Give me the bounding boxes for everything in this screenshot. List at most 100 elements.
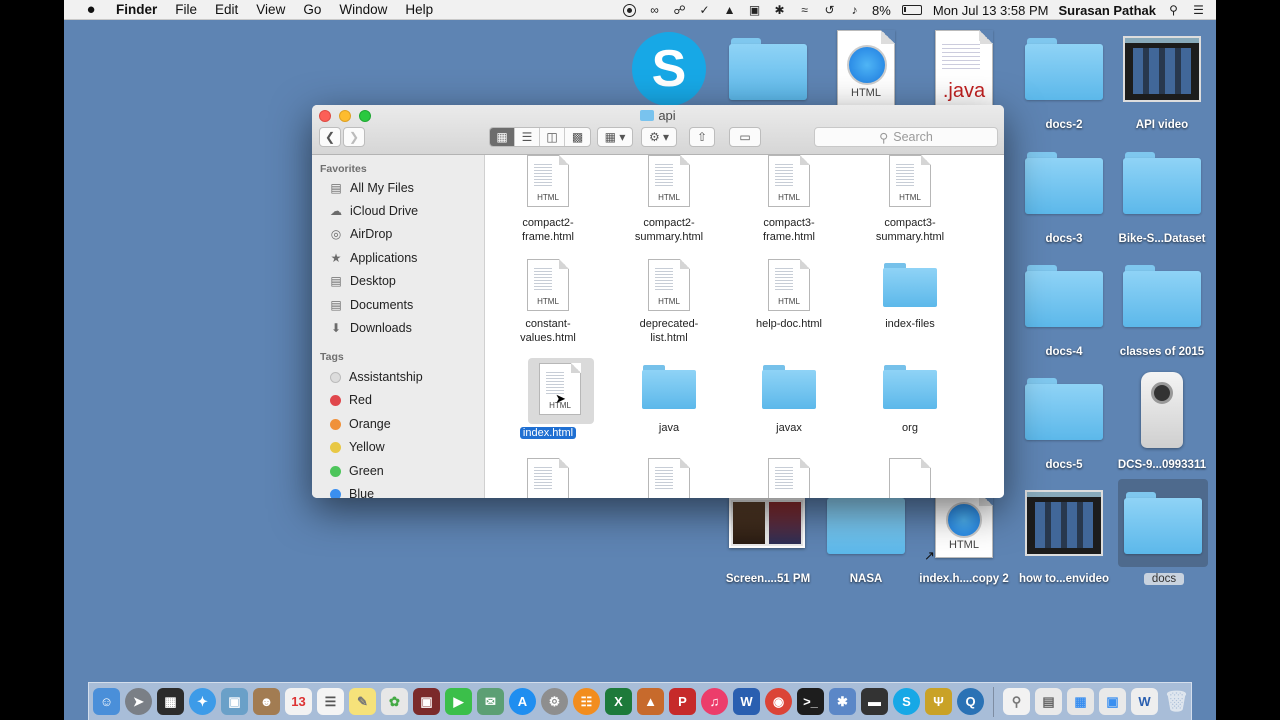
- folder-bike-dataset[interactable]: Bike-S...Dataset: [1114, 152, 1210, 247]
- search-input[interactable]: ⚲ Search: [814, 127, 998, 147]
- java-file-desktop-icon[interactable]: .java: [916, 30, 1012, 110]
- system-preferences-dock-icon[interactable]: ⚙: [541, 688, 568, 715]
- html-document-icon[interactable]: [648, 458, 690, 498]
- share-button[interactable]: ⇧: [689, 127, 715, 147]
- photos-dock-icon[interactable]: ✿: [381, 688, 408, 715]
- word-dock-icon[interactable]: W: [733, 688, 760, 715]
- action-button[interactable]: ⚙ ▾: [641, 127, 677, 147]
- folder-docs-4[interactable]: docs-4: [1016, 265, 1112, 360]
- chrome-dock-icon[interactable]: ◉: [765, 688, 792, 715]
- file-item[interactable]: HTML compact3- frame.html: [729, 155, 849, 255]
- html-document-icon[interactable]: [889, 458, 931, 498]
- mission-control-dock-icon[interactable]: ▦: [157, 688, 184, 715]
- file-item[interactable]: HTML compact2- frame.html: [488, 155, 608, 255]
- sidebar-item-downloads[interactable]: ⬇ Downloads: [328, 317, 412, 339]
- bluetooth-icon[interactable]: ✱: [772, 3, 787, 18]
- record-icon[interactable]: [622, 3, 637, 18]
- folder-docs-5[interactable]: docs-5: [1016, 378, 1112, 473]
- menu-view[interactable]: View: [256, 2, 285, 17]
- sidebar-item-airdrop[interactable]: ◎ AirDrop: [328, 223, 393, 245]
- trash-icon[interactable]: 🗑: [1163, 688, 1190, 715]
- dock-document-icon[interactable]: ⚲: [1003, 688, 1030, 715]
- wifi-icon[interactable]: ≈: [797, 3, 812, 18]
- battery-percent[interactable]: 8%: [872, 3, 891, 18]
- quicktime-dock-icon[interactable]: Q: [957, 688, 984, 715]
- apple-menu-icon[interactable]: ●: [80, 1, 102, 18]
- menu-window[interactable]: Window: [339, 2, 387, 17]
- shield-icon[interactable]: ☍: [672, 3, 687, 18]
- clock[interactable]: Mon Jul 13 3:58 PM: [933, 3, 1049, 18]
- notification-center-icon[interactable]: ☰: [1191, 3, 1206, 18]
- powerpoint-dock-icon[interactable]: P: [669, 688, 696, 715]
- html-file-desktop-icon[interactable]: HTML: [820, 30, 916, 110]
- folder-docs-2[interactable]: docs-2: [1016, 38, 1112, 133]
- itunes-dock-icon[interactable]: ♫: [701, 688, 728, 715]
- arrange-button[interactable]: ▦ ▾: [597, 127, 633, 147]
- file-item[interactable]: HTML compact2- summary.html: [609, 155, 729, 255]
- preview-dock-icon[interactable]: ▣: [221, 688, 248, 715]
- sidebar-tag-blue[interactable]: Blue: [328, 483, 374, 498]
- bluetooth-dock-icon[interactable]: ✱: [829, 688, 856, 715]
- file-item[interactable]: HTML deprecated- list.html: [609, 256, 729, 356]
- time-machine-icon[interactable]: ↺: [822, 3, 837, 18]
- file-item[interactable]: HTML constant- values.html: [488, 256, 608, 356]
- file-item[interactable]: HTML compact3- summary.html: [850, 155, 970, 255]
- menu-go[interactable]: Go: [303, 2, 321, 17]
- sidebar-tag-red[interactable]: Red: [328, 389, 372, 411]
- skype-dock-icon[interactable]: S: [893, 688, 920, 715]
- menu-help[interactable]: Help: [405, 2, 433, 17]
- folder-classes-2015[interactable]: classes of 2015: [1114, 265, 1210, 360]
- excel-dock-icon[interactable]: X: [605, 688, 632, 715]
- folder-docs-3[interactable]: docs-3: [1016, 152, 1112, 247]
- coverflow-view-button[interactable]: ▩: [565, 128, 590, 146]
- sidebar-tag-orange[interactable]: Orange: [328, 413, 391, 435]
- folder-docs-selected[interactable]: docs: [1116, 479, 1212, 589]
- dock-screenshot-icon[interactable]: ▣: [1099, 688, 1126, 715]
- sidebar-item-documents[interactable]: ▤ Documents: [328, 294, 413, 316]
- list-view-button[interactable]: ☰: [515, 128, 540, 146]
- antivirus-icon[interactable]: ▲: [722, 3, 737, 18]
- column-view-button[interactable]: ◫: [540, 128, 565, 146]
- back-button[interactable]: ❮: [319, 127, 341, 147]
- contacts-dock-icon[interactable]: ☻: [253, 688, 280, 715]
- device-dock-icon[interactable]: ▬: [861, 688, 888, 715]
- folder-item[interactable]: index-files: [850, 256, 970, 356]
- messages-dock-icon[interactable]: ✉: [477, 688, 504, 715]
- jetbrains-dock-icon[interactable]: Ψ: [925, 688, 952, 715]
- folder-item[interactable]: javax: [729, 358, 849, 458]
- folder-item[interactable]: java: [609, 358, 729, 458]
- dock-word-doc-icon[interactable]: W: [1131, 688, 1158, 715]
- file-item[interactable]: HTML help-doc.html: [729, 256, 849, 356]
- camera-dcs[interactable]: DCS-9...0993311: [1114, 372, 1210, 472]
- folder-item[interactable]: org: [850, 358, 970, 458]
- volume-icon[interactable]: ♪: [847, 3, 862, 18]
- sidebar-item-applications[interactable]: ★ Applications: [328, 247, 418, 269]
- folder-desktop-icon[interactable]: [720, 38, 816, 108]
- html-document-icon[interactable]: [527, 458, 569, 498]
- reminders-dock-icon[interactable]: ☰: [317, 688, 344, 715]
- menu-app-finder[interactable]: Finder: [116, 2, 157, 17]
- facetime-dock-icon[interactable]: ▶: [445, 688, 472, 715]
- calendar-dock-icon[interactable]: 13: [285, 688, 312, 715]
- sidebar-item-desktop[interactable]: ▤ Desktop: [328, 270, 396, 292]
- sidebar-item-all-my-files[interactable]: ▤ All My Files: [328, 177, 414, 199]
- menu-file[interactable]: File: [175, 2, 197, 17]
- spotlight-search-icon[interactable]: ⚲: [1166, 3, 1181, 18]
- skype-desktop-icon[interactable]: S: [624, 30, 720, 110]
- photo-booth-dock-icon[interactable]: ▣: [413, 688, 440, 715]
- html-document-icon[interactable]: [768, 458, 810, 498]
- video-api-video[interactable]: API video: [1114, 36, 1210, 131]
- notes-dock-icon[interactable]: ✎: [349, 688, 376, 715]
- video-how-to[interactable]: how to...envideo: [1016, 490, 1112, 585]
- icon-view-button[interactable]: ▦: [490, 128, 515, 146]
- sidebar-item-icloud-drive[interactable]: ☁ iCloud Drive: [328, 200, 418, 222]
- tags-button[interactable]: ▭: [729, 127, 761, 147]
- safari-dock-icon[interactable]: ✦: [189, 688, 216, 715]
- app-store-dock-icon[interactable]: A: [509, 688, 536, 715]
- menu-edit[interactable]: Edit: [215, 2, 238, 17]
- check-circle-icon[interactable]: ✓: [697, 3, 712, 18]
- dock-downloads-icon[interactable]: ▦: [1067, 688, 1094, 715]
- file-item-selected[interactable]: HTML ➤ index.html: [488, 358, 608, 458]
- battery-icon[interactable]: [901, 3, 923, 18]
- creative-cloud-icon[interactable]: ∞: [647, 3, 662, 18]
